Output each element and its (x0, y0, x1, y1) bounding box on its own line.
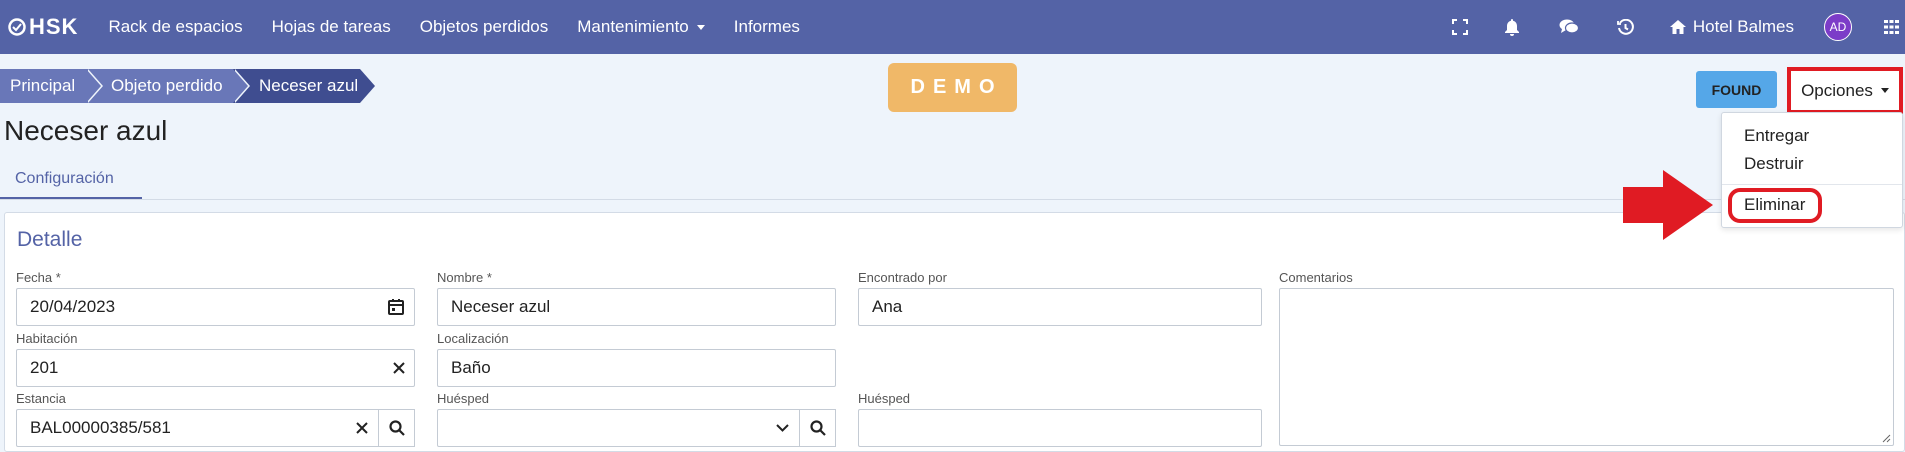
app-logo[interactable]: HSK (8, 14, 78, 40)
huesped-text-label: Huésped (858, 391, 911, 406)
bell-icon[interactable] (1502, 17, 1522, 37)
detail-panel: Detalle Fecha * 20/04/2023 Nombre * Nece… (4, 212, 1905, 452)
localizacion-value: Baño (451, 358, 491, 377)
breadcrumb-item-principal[interactable]: Principal (0, 69, 103, 103)
hotel-name: Hotel Balmes (1692, 17, 1794, 36)
tab-divider (0, 199, 1905, 200)
huesped-select-label: Huésped (437, 391, 490, 406)
breadcrumb: Principal Objeto perdido Neceser azul (0, 69, 375, 103)
avatar[interactable]: AD (1824, 13, 1852, 41)
panel-title: Detalle (17, 228, 83, 251)
demo-badge: DEMO (888, 63, 1017, 112)
nav-link-objetos[interactable]: Objetos perdidos (420, 17, 549, 37)
calendar-icon[interactable] (387, 298, 405, 316)
resize-handle-icon[interactable] (1881, 433, 1891, 443)
estancia-field[interactable]: BAL00000385/581 (16, 409, 415, 447)
nombre-field[interactable]: Neceser azul (437, 288, 836, 326)
menu-item-destruir[interactable]: Destruir (1744, 154, 1804, 174)
huesped-text-field[interactable] (858, 409, 1262, 447)
caret-down-icon (696, 24, 705, 30)
options-label: Opciones (1801, 80, 1873, 100)
tab-configuracion[interactable]: Configuración (0, 160, 142, 200)
search-icon (809, 420, 826, 436)
home-icon (1669, 20, 1686, 34)
nav-right: Hotel Balmes AD (1450, 0, 1905, 54)
logo-icon (8, 18, 26, 36)
comentarios-textarea[interactable] (1279, 288, 1894, 446)
nav-link-rack[interactable]: Rack de espacios (108, 17, 242, 37)
nombre-label: Nombre * (437, 270, 492, 285)
nav-link-label: Mantenimiento (577, 17, 689, 36)
nav-link-label: Rack de espacios (108, 17, 243, 36)
encontrado-por-value: Ana (872, 297, 903, 316)
page-title: Neceser azul (4, 115, 168, 146)
localizacion-label: Localización (437, 331, 509, 346)
logo-text: HSK (29, 14, 79, 39)
habitacion-field[interactable]: 201 (16, 349, 415, 387)
chat-icon[interactable] (1559, 17, 1579, 37)
clear-icon[interactable] (393, 362, 405, 374)
habitacion-value: 201 (30, 358, 59, 377)
nombre-value: Neceser azul (451, 297, 551, 316)
huesped-select[interactable] (437, 409, 836, 447)
nav-link-label: Informes (733, 17, 800, 36)
breadcrumb-item-current: Neceser azul (233, 69, 375, 103)
estancia-value: BAL00000385/581 (30, 418, 171, 437)
fecha-label: Fecha * (16, 270, 61, 285)
fecha-field[interactable]: 20/04/2023 (16, 288, 415, 326)
menu-item-entregar[interactable]: Entregar (1744, 126, 1809, 146)
options-button[interactable]: Opciones (1787, 67, 1903, 114)
chevron-down-icon[interactable] (776, 424, 789, 433)
nav-link-hojas[interactable]: Hojas de tareas (272, 17, 391, 37)
top-navbar: HSK Rack de espacios Hojas de tareas Obj… (0, 0, 1905, 54)
encontrado-por-label: Encontrado por (858, 270, 947, 285)
clear-icon[interactable] (356, 422, 368, 434)
nav-link-mantenimiento[interactable]: Mantenimiento (577, 17, 705, 37)
breadcrumb-label: Neceser azul (259, 76, 359, 95)
search-icon (388, 420, 405, 436)
habitacion-label: Habitación (16, 331, 78, 346)
breadcrumb-label: Objeto perdido (111, 76, 223, 95)
menu-item-eliminar[interactable]: Eliminar (1744, 195, 1805, 215)
localizacion-field[interactable]: Baño (437, 349, 836, 387)
found-button[interactable]: FOUND (1696, 71, 1777, 108)
comentarios-label: Comentarios (1279, 270, 1353, 285)
expand-icon[interactable] (1450, 17, 1470, 37)
nav-link-label: Objetos perdidos (419, 17, 549, 36)
hotel-selector[interactable]: Hotel Balmes (1669, 17, 1794, 37)
huesped-search-button[interactable] (799, 409, 836, 447)
nav-links: Rack de espacios Hojas de tareas Objetos… (108, 17, 828, 37)
menu-divider (1722, 184, 1902, 185)
breadcrumb-label: Principal (10, 76, 76, 95)
nav-link-label: Hojas de tareas (271, 17, 391, 36)
history-icon[interactable] (1616, 17, 1636, 37)
fecha-value: 20/04/2023 (30, 297, 116, 316)
breadcrumb-item-objeto-perdido[interactable]: Objeto perdido (86, 69, 250, 103)
estancia-label: Estancia (16, 391, 66, 406)
nav-link-informes[interactable]: Informes (734, 17, 800, 37)
estancia-search-button[interactable] (378, 409, 415, 447)
encontrado-por-field[interactable]: Ana (858, 288, 1262, 326)
options-dropdown-menu: Entregar Destruir Eliminar (1721, 112, 1903, 228)
caret-down-icon (1880, 88, 1889, 93)
red-arrow-icon (1623, 170, 1713, 240)
grid-menu-icon[interactable] (1881, 17, 1901, 37)
